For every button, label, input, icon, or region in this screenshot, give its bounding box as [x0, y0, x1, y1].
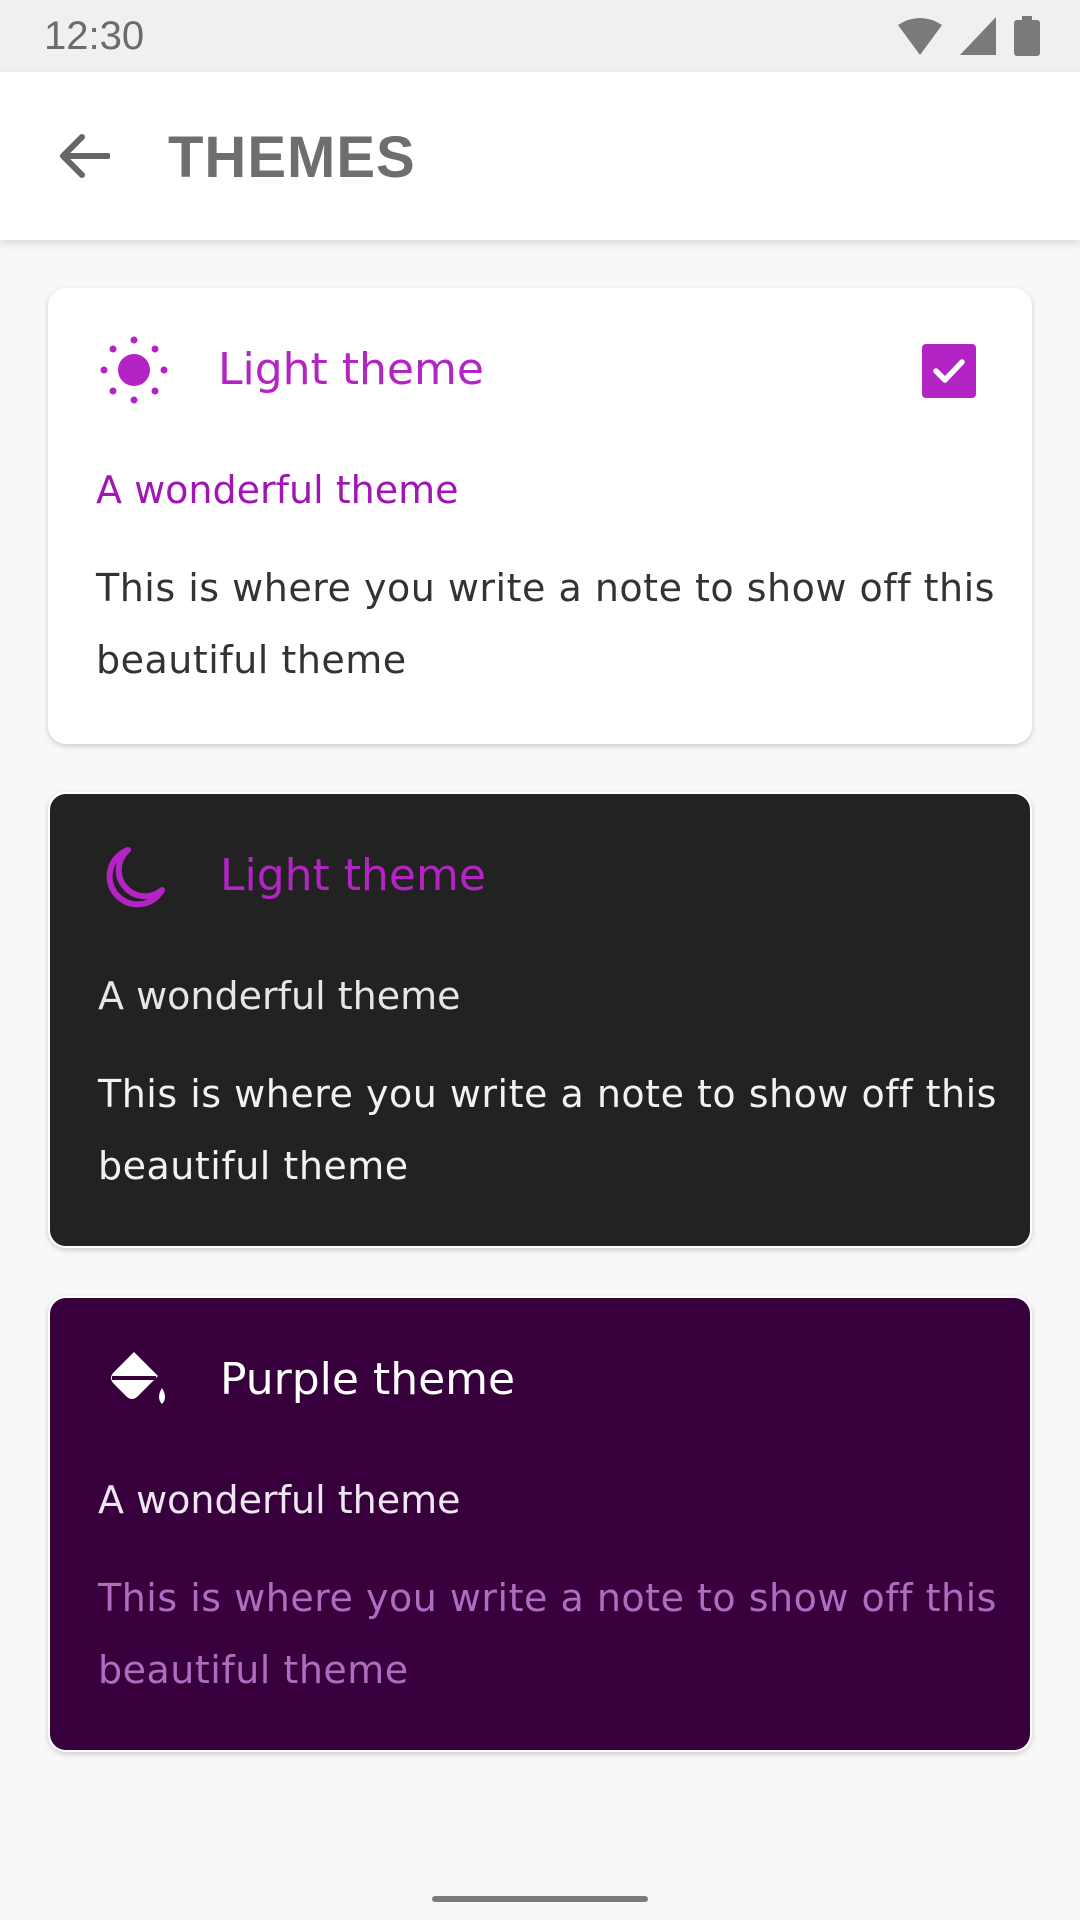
theme-card-light[interactable]: Light theme A wonderful theme This is wh… — [48, 288, 1032, 744]
moon-icon — [106, 847, 165, 908]
theme-subtitle: A wonderful theme — [98, 974, 461, 1018]
status-time: 12:30 — [44, 14, 145, 58]
theme-card-purple[interactable]: Purple theme A wonderful theme This is w… — [48, 1296, 1032, 1752]
theme-description: This is where you write a note to show o… — [98, 1576, 997, 1692]
theme-card-dark[interactable]: Light theme A wonderful theme This is wh… — [48, 792, 1032, 1248]
app-bar: THEMES — [0, 72, 1080, 240]
check-icon — [933, 359, 965, 383]
theme-selected-checkbox[interactable] — [922, 344, 976, 398]
arrow-left-icon — [60, 134, 110, 178]
theme-title: Purple theme — [220, 1354, 516, 1405]
paint-bucket-icon — [111, 1352, 165, 1404]
theme-subtitle: A wonderful theme — [96, 468, 459, 512]
theme-description: This is where you write a note to show o… — [98, 1072, 997, 1188]
status-icons — [898, 16, 1040, 56]
theme-subtitle: A wonderful theme — [98, 1478, 461, 1522]
status-bar: 12:30 — [0, 0, 1080, 72]
theme-title: Light theme — [218, 344, 484, 395]
gesture-nav-handle[interactable] — [432, 1896, 648, 1902]
battery-icon — [1014, 16, 1040, 56]
back-button[interactable] — [48, 120, 120, 192]
signal-icon — [960, 17, 996, 55]
wifi-icon — [898, 18, 942, 55]
sun-icon — [100, 336, 168, 404]
page-title: THEMES — [168, 125, 416, 190]
theme-description: This is where you write a note to show o… — [96, 566, 995, 682]
theme-title: Light theme — [220, 850, 486, 901]
